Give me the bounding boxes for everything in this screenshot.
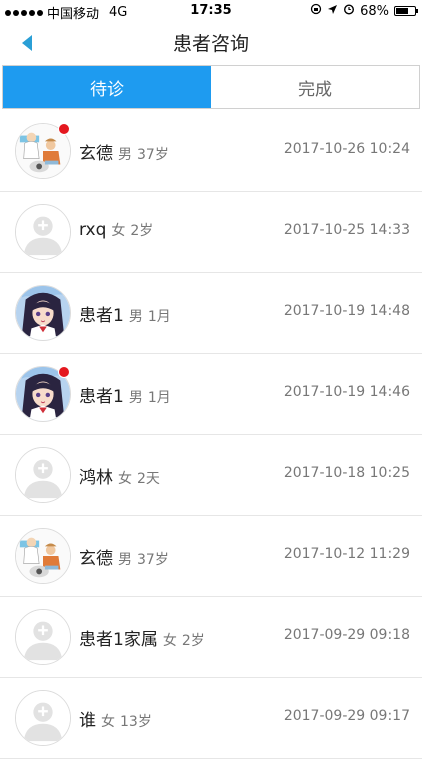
nav-bar: 患者咨询 [0, 22, 422, 64]
patient-age: 1月 [147, 390, 171, 406]
status-right: 68% [310, 3, 418, 19]
patient-age: 37岁 [137, 147, 169, 163]
patient-gender-age: 男 1月 [129, 309, 171, 325]
patient-gender: 女 [101, 714, 115, 730]
page-title: 患者咨询 [172, 33, 249, 55]
patient-gender-age: 女 2天 [118, 471, 160, 487]
patient-name-text: 玄德 [79, 549, 113, 569]
consultation-item[interactable]: 玄德男 37岁 2017-10-12 11:29 [0, 516, 422, 597]
unread-badge [58, 366, 70, 378]
consultation-time: 2017-10-19 14:46 [283, 384, 410, 400]
alarm-icon [343, 3, 355, 19]
consultation-item[interactable]: 患者1家属女 2岁 2017-09-29 09:18 [0, 597, 422, 678]
tab-bar: 待诊 完成 [2, 65, 420, 109]
patient-gender-age: 女 2岁 [163, 633, 205, 649]
tab-completed[interactable]: 完成 [211, 66, 419, 108]
patient-gender: 男 [118, 552, 132, 568]
patient-name: 患者1 男 1月 [79, 382, 171, 407]
patient-gender-age: 女 13岁 [101, 714, 152, 730]
patient-gender: 男 [128, 309, 143, 325]
consultation-item[interactable]: 玄德男 37岁 2017-10-26 10:24 [0, 111, 422, 192]
patient-age: 37岁 [137, 552, 169, 568]
consultation-list: 玄德男 37岁 2017-10-26 10:24 rxq 女 2岁 2017-10-25 … [0, 111, 422, 759]
consultation-time: 2017-10-12 11:29 [283, 546, 410, 562]
consultation-item[interactable]: rxq 女 2岁 2017-10-25 14:33 [0, 192, 422, 273]
patient-gender: 女 [118, 471, 132, 487]
patient-gender-age: 男 1月 [129, 390, 171, 406]
default-avatar [15, 447, 71, 503]
consultation-item[interactable]: 谁女 13岁 2017-09-29 09:17 [0, 678, 422, 759]
patient-gender: 女 [111, 223, 126, 239]
consultation-item[interactable]: 患者1 男 1月 2017-10-19 14:48 [0, 273, 422, 354]
patient-gender-age: 女 2岁 [111, 223, 153, 239]
patient-name: 谁女 13岁 [79, 706, 152, 731]
default-avatar [15, 204, 71, 260]
patient-name: 玄德男 37岁 [79, 139, 169, 164]
patient-name-text: 谁 [79, 711, 96, 731]
patient-name-text: 患者1 [79, 306, 124, 326]
consultation-item[interactable]: 患者1 男 1月 2017-10-19 14:46 [0, 354, 422, 435]
patient-name: 玄德男 37岁 [79, 544, 169, 569]
rotation-lock-icon [310, 3, 322, 19]
patient-name-text: 患者1 [79, 387, 124, 407]
cartoon-avatar [15, 528, 71, 584]
patient-gender: 男 [118, 147, 132, 163]
default-avatar [15, 690, 71, 746]
anime-avatar [15, 285, 71, 341]
patient-name-text: 玄德 [79, 144, 113, 164]
consultation-time: 2017-10-19 14:48 [283, 303, 410, 319]
patient-age: 13岁 [120, 714, 152, 730]
patient-name: 患者1 男 1月 [79, 301, 171, 326]
patient-gender-age: 男 37岁 [118, 552, 169, 568]
consultation-time: 2017-10-18 10:25 [283, 465, 410, 481]
patient-name-text: 鸿林 [79, 468, 113, 488]
battery-icon [394, 6, 418, 16]
patient-age: 2岁 [130, 223, 154, 239]
patient-name-text: 患者1家属 [79, 630, 158, 650]
battery-fill [396, 8, 409, 14]
patient-name: 鸿林女 2天 [79, 463, 160, 488]
patient-name: rxq 女 2岁 [79, 220, 153, 240]
patient-gender: 男 [128, 390, 143, 406]
patient-age: 2天 [137, 471, 160, 487]
consultation-time: 2017-10-25 14:33 [283, 222, 410, 238]
patient-name: 患者1家属女 2岁 [79, 625, 205, 650]
status-bar: 中国移动 4G 17:35 68% [0, 0, 422, 22]
consultation-time: 2017-09-29 09:18 [283, 627, 410, 643]
tab-pending[interactable]: 待诊 [3, 66, 211, 108]
location-icon [327, 4, 338, 19]
battery-percent: 68% [360, 3, 389, 19]
consultation-time: 2017-10-26 10:24 [283, 141, 410, 157]
unread-badge [58, 123, 70, 135]
consultation-time: 2017-09-29 09:17 [283, 708, 410, 724]
patient-age: 2岁 [181, 633, 205, 649]
consultation-item[interactable]: 鸿林女 2天 2017-10-18 10:25 [0, 435, 422, 516]
patient-age: 1月 [147, 309, 171, 325]
default-avatar [15, 609, 71, 665]
patient-name-text: rxq [79, 220, 107, 240]
patient-gender-age: 男 37岁 [118, 147, 169, 163]
patient-gender: 女 [162, 633, 177, 649]
